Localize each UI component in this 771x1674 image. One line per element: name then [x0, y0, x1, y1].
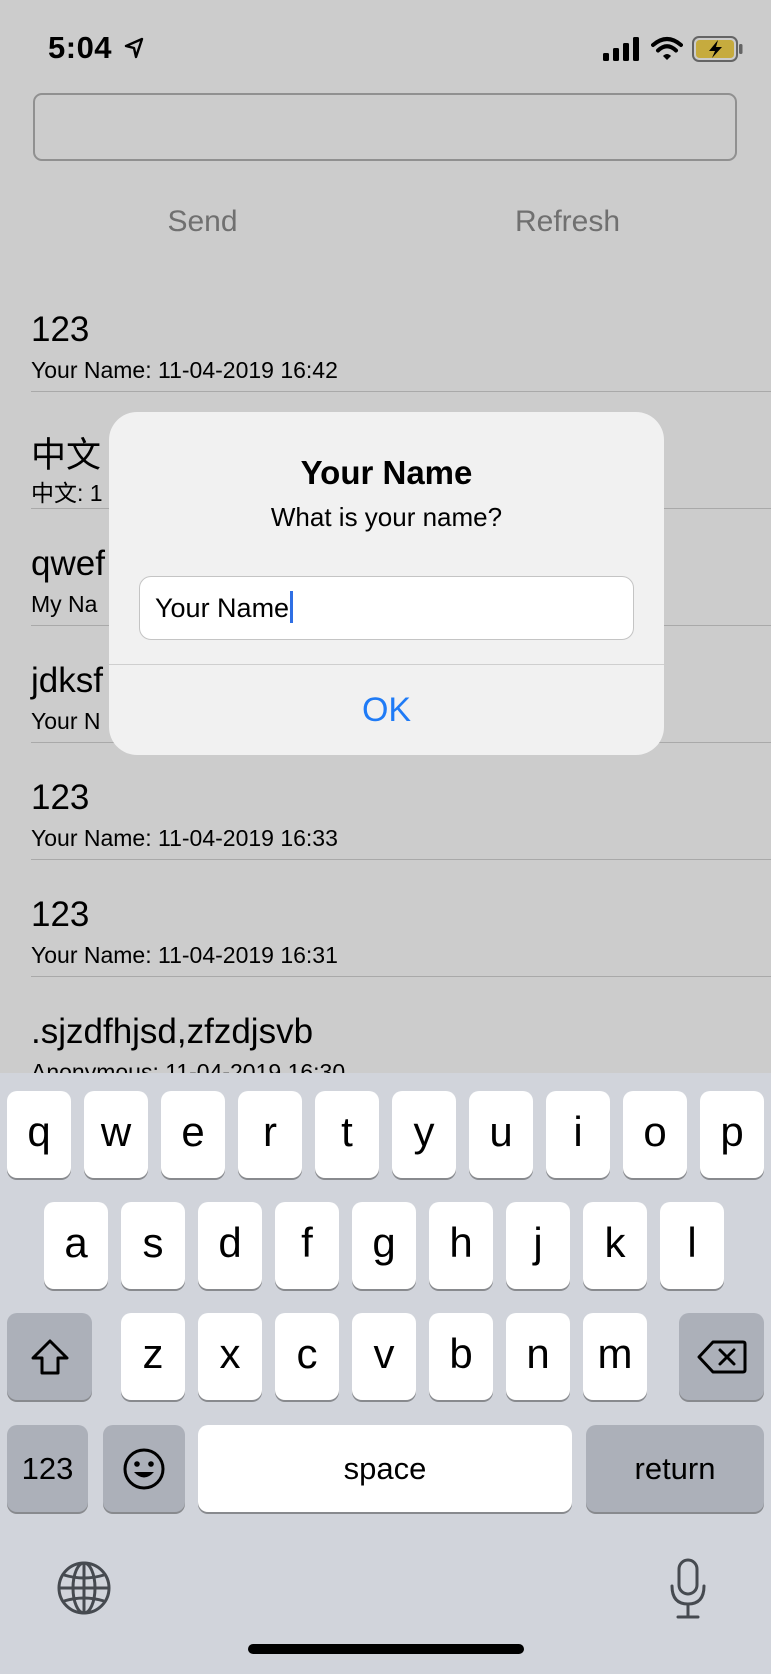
- key-label: g: [372, 1219, 396, 1266]
- key-k[interactable]: k: [583, 1202, 647, 1289]
- key-label: v: [373, 1330, 395, 1377]
- key-label: w: [100, 1108, 132, 1155]
- keyboard: q w e r t y u i o p a s d f g h j k l z x c v b nm 123 space r…: [0, 1073, 771, 1674]
- shift-key[interactable]: [7, 1313, 92, 1400]
- return-key[interactable]: return: [586, 1425, 764, 1512]
- key-label: m: [597, 1330, 633, 1377]
- key-p[interactable]: p: [700, 1091, 764, 1178]
- key-label: a: [64, 1219, 88, 1266]
- emoji-icon: [123, 1448, 165, 1489]
- key-label: s: [142, 1219, 164, 1266]
- key-label: o: [643, 1108, 667, 1155]
- key-t[interactable]: t: [315, 1091, 379, 1178]
- key-n[interactable]: n: [506, 1313, 570, 1400]
- key-c[interactable]: c: [275, 1313, 339, 1400]
- backspace-icon: [697, 1340, 746, 1373]
- backspace-key[interactable]: [679, 1313, 764, 1400]
- key-label: k: [604, 1219, 626, 1266]
- key-label: l: [687, 1219, 697, 1266]
- key-label: r: [263, 1108, 277, 1155]
- microphone-icon[interactable]: [668, 1558, 708, 1620]
- key-label: y: [413, 1108, 435, 1155]
- key-label: n: [526, 1330, 550, 1377]
- name-prompt-dialog: Your Name What is your name? Your Name O…: [109, 412, 664, 755]
- key-d[interactable]: d: [198, 1202, 262, 1289]
- numbers-key[interactable]: 123: [7, 1425, 88, 1512]
- key-label: q: [27, 1108, 51, 1155]
- key-i[interactable]: i: [546, 1091, 610, 1178]
- key-label: b: [449, 1330, 473, 1377]
- key-s[interactable]: s: [121, 1202, 185, 1289]
- globe-icon[interactable]: [56, 1560, 112, 1616]
- key-w[interactable]: w: [84, 1091, 148, 1178]
- emoji-key[interactable]: [103, 1425, 185, 1512]
- key-f[interactable]: f: [275, 1202, 339, 1289]
- key-label: j: [533, 1219, 543, 1266]
- key-label: f: [301, 1219, 313, 1266]
- numbers-key-label: 123: [21, 1451, 74, 1486]
- key-l[interactable]: l: [660, 1202, 724, 1289]
- key-q[interactable]: q: [7, 1091, 71, 1178]
- key-label: t: [341, 1108, 353, 1155]
- name-input-value: Your Name: [155, 593, 290, 623]
- name-input[interactable]: Your Name: [139, 576, 634, 640]
- key-z[interactable]: z: [121, 1313, 185, 1400]
- shift-icon: [31, 1339, 68, 1374]
- key-y[interactable]: y: [392, 1091, 456, 1178]
- space-key[interactable]: space: [198, 1425, 572, 1512]
- key-label: d: [218, 1219, 242, 1266]
- key-e[interactable]: e: [161, 1091, 225, 1178]
- dialog-title: Your Name: [300, 454, 473, 491]
- text-caret: [290, 591, 294, 623]
- key-o[interactable]: o: [623, 1091, 687, 1178]
- key-label: u: [489, 1108, 513, 1155]
- key-j[interactable]: j: [506, 1202, 570, 1289]
- return-key-label: return: [634, 1451, 716, 1486]
- key-g[interactable]: g: [352, 1202, 416, 1289]
- key-label: z: [142, 1330, 164, 1377]
- key-label: x: [219, 1330, 241, 1377]
- dialog-message: What is your name?: [270, 502, 503, 532]
- chat-app-screen: 5:04 Send Refresh 123 Your Name: 11-04-2…: [0, 0, 771, 1674]
- key-label: i: [573, 1108, 583, 1155]
- key-label: h: [449, 1219, 473, 1266]
- key-x[interactable]: x: [198, 1313, 262, 1400]
- ok-button[interactable]: OK: [109, 665, 664, 755]
- home-indicator[interactable]: [248, 1644, 524, 1654]
- key-label: c: [296, 1330, 318, 1377]
- space-key-label: space: [343, 1451, 427, 1486]
- key-v[interactable]: v: [352, 1313, 416, 1400]
- key-m[interactable]: m: [583, 1313, 647, 1400]
- key-a[interactable]: a: [44, 1202, 108, 1289]
- key-u[interactable]: u: [469, 1091, 533, 1178]
- key-label: p: [720, 1108, 744, 1155]
- key-r[interactable]: r: [238, 1091, 302, 1178]
- key-label: e: [181, 1108, 205, 1155]
- key-b[interactable]: b: [429, 1313, 493, 1400]
- key-h[interactable]: h: [429, 1202, 493, 1289]
